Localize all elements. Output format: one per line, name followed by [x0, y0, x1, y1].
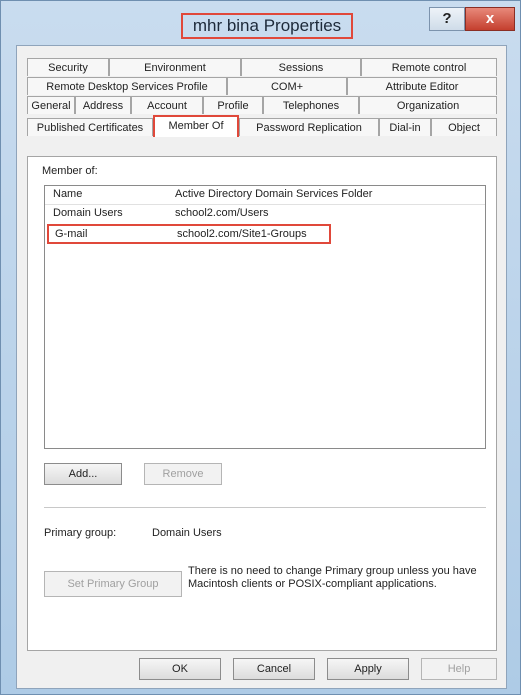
list-row-selected[interactable]: G-mail school2.com/Site1-Groups: [47, 224, 331, 244]
help-title-button[interactable]: ?: [429, 7, 465, 31]
member-of-label: Member of:: [42, 165, 98, 177]
tab-published-certificates[interactable]: Published Certificates: [27, 118, 153, 136]
help-button[interactable]: Help: [421, 658, 497, 680]
remove-button[interactable]: Remove: [144, 463, 222, 485]
column-header-folder[interactable]: Active Directory Domain Services Folder: [175, 188, 372, 200]
list-row[interactable]: Domain Users school2.com/Users: [45, 206, 485, 223]
tab-dial-in[interactable]: Dial-in: [379, 118, 431, 136]
primary-group-label: Primary group:: [44, 527, 117, 539]
window-title: mhr bina Properties: [181, 13, 353, 39]
list-header: Name Active Directory Domain Services Fo…: [45, 186, 485, 205]
separator: [44, 507, 486, 508]
column-header-name[interactable]: Name: [53, 188, 82, 200]
tab-security[interactable]: Security: [27, 58, 109, 76]
group-folder: school2.com/Users: [175, 207, 269, 219]
primary-group-value: Domain Users: [152, 527, 222, 539]
title-bar[interactable]: mhr bina Properties ? x: [1, 1, 520, 45]
tab-telephones[interactable]: Telephones: [263, 96, 359, 114]
tab-address[interactable]: Address: [75, 96, 131, 114]
tab-attribute-editor[interactable]: Attribute Editor: [347, 77, 497, 95]
tab-remote-control[interactable]: Remote control: [361, 58, 497, 76]
tab-member-of[interactable]: Member Of: [153, 115, 239, 137]
tab-account[interactable]: Account: [131, 96, 203, 114]
properties-window: mhr bina Properties ? x Security Environ…: [0, 0, 521, 695]
apply-button[interactable]: Apply: [327, 658, 409, 680]
tab-remote-desktop-services-profile[interactable]: Remote Desktop Services Profile: [27, 77, 227, 95]
tab-object[interactable]: Object: [431, 118, 497, 136]
tab-com-plus[interactable]: COM+: [227, 77, 347, 95]
tab-environment[interactable]: Environment: [109, 58, 241, 76]
cancel-button[interactable]: Cancel: [233, 658, 315, 680]
primary-group-note: There is no need to change Primary group…: [188, 565, 477, 590]
ok-button[interactable]: OK: [139, 658, 221, 680]
tab-sessions[interactable]: Sessions: [241, 58, 361, 76]
tab-general[interactable]: General: [27, 96, 75, 114]
tab-row-3: General Address Account Profile Telephon…: [27, 96, 497, 114]
set-primary-group-button[interactable]: Set Primary Group: [44, 571, 182, 597]
tab-row-2: Remote Desktop Services Profile COM+ Att…: [27, 77, 497, 95]
add-button[interactable]: Add...: [44, 463, 122, 485]
tab-password-replication[interactable]: Password Replication: [239, 118, 379, 136]
close-button[interactable]: x: [465, 7, 515, 31]
tab-row-4: Published Certificates Member Of Passwor…: [27, 115, 497, 137]
member-of-panel: Member of: Name Active Directory Domain …: [27, 156, 497, 651]
dialog-client-area: Security Environment Sessions Remote con…: [16, 45, 507, 689]
member-of-list[interactable]: Name Active Directory Domain Services Fo…: [44, 185, 486, 449]
tab-profile[interactable]: Profile: [203, 96, 263, 114]
group-name: Domain Users: [53, 207, 123, 219]
tab-row-1: Security Environment Sessions Remote con…: [27, 58, 497, 76]
group-name: G-mail: [55, 228, 88, 240]
tab-organization[interactable]: Organization: [359, 96, 497, 114]
group-folder: school2.com/Site1-Groups: [177, 228, 307, 240]
